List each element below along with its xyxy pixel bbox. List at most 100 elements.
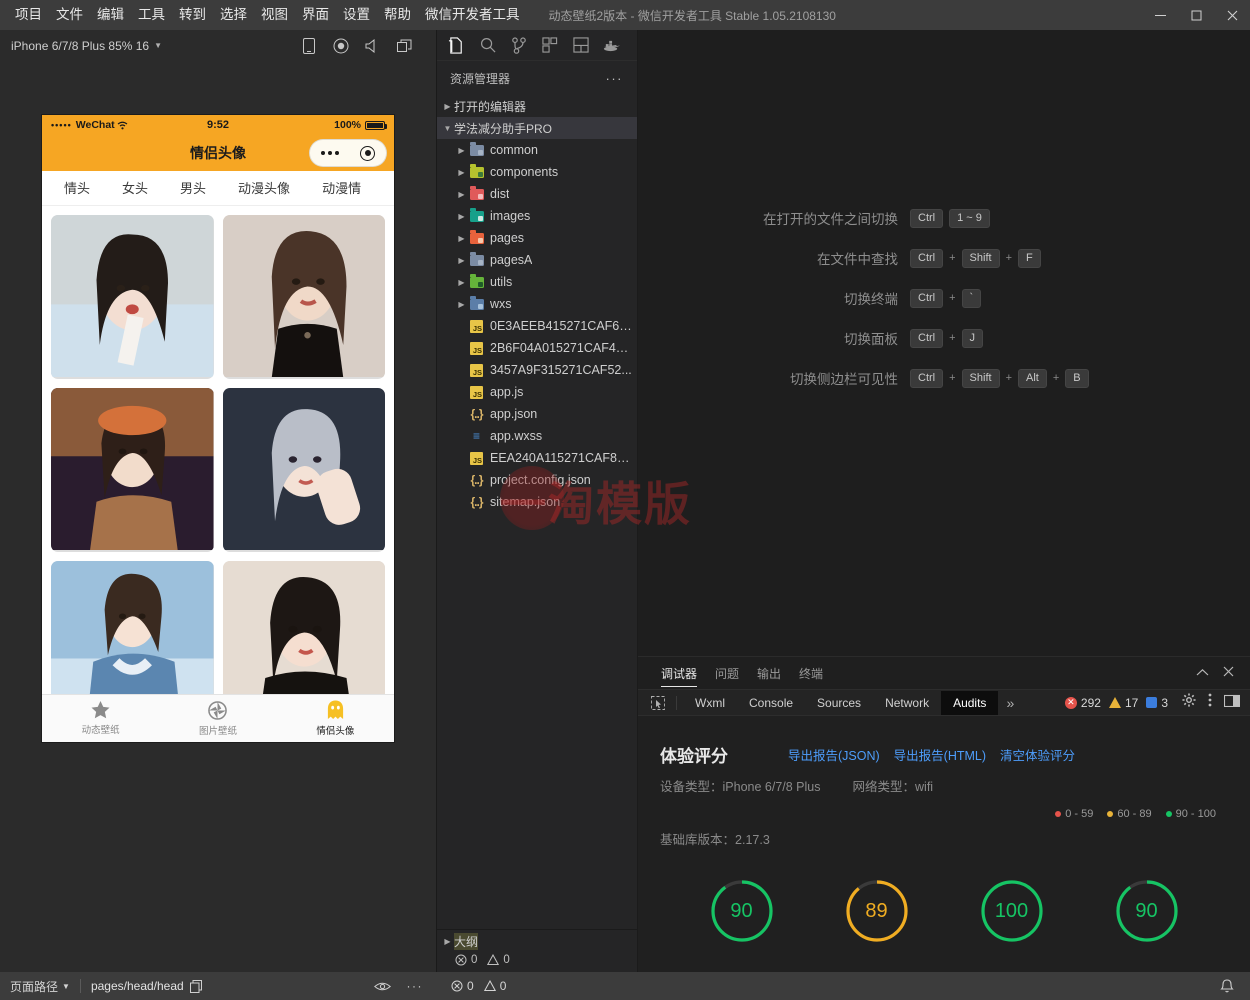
devtools-tab-audits[interactable]: Audits (941, 691, 998, 715)
clear-scores-link[interactable]: 清空体验评分 (1000, 745, 1075, 764)
menu-item-view[interactable]: 视图 (254, 4, 295, 26)
capsule-menu-icon[interactable] (321, 151, 339, 155)
outline-section[interactable]: ▶ 大纲 (437, 930, 637, 952)
status-bar-problems[interactable]: 0 0 (437, 979, 506, 993)
avatar-card[interactable] (223, 561, 386, 694)
devtools-tab-wxml[interactable]: Wxml (683, 691, 737, 715)
panel-tab-output[interactable]: 输出 (748, 658, 790, 688)
menu-item-ui[interactable]: 界面 (295, 4, 336, 26)
tab-dongman-touxiang[interactable]: 动漫头像 (222, 178, 306, 197)
info-count-group[interactable]: 3 (1146, 696, 1168, 710)
score-gauge[interactable]: 100 (979, 878, 1045, 944)
tree-file-app-wxss[interactable]: ≡ app.wxss (437, 425, 637, 447)
avatar-card[interactable] (51, 388, 214, 552)
outline-label: 大纲 (454, 933, 478, 950)
export-json-link[interactable]: 导出报告(JSON) (788, 745, 880, 764)
copy-icon[interactable] (190, 980, 202, 993)
tree-file-js-1[interactable]: JS 0E3AEEB415271CAF68... (437, 315, 637, 337)
warning-count-group[interactable]: 17 (1109, 696, 1138, 710)
extensions-icon[interactable] (534, 30, 565, 61)
devtools-tab-sources[interactable]: Sources (805, 691, 873, 715)
eye-icon[interactable] (374, 981, 391, 992)
volume-icon[interactable] (364, 37, 382, 55)
close-panel-icon[interactable] (1223, 664, 1234, 682)
tree-file-js-3[interactable]: JS 3457A9F315271CAF52... (437, 359, 637, 381)
menu-item-goto[interactable]: 转到 (172, 4, 213, 26)
error-count-group[interactable]: ✕ 292 (1065, 696, 1101, 710)
search-icon[interactable] (472, 30, 503, 61)
multiscreen-icon[interactable] (396, 37, 414, 55)
tabbar-item-dynamic-wallpaper[interactable]: 动态壁纸 (42, 701, 159, 736)
chevron-right-icon: ▶ (455, 300, 468, 309)
tree-folder-utils[interactable]: ▶ utils (437, 271, 637, 293)
export-html-link[interactable]: 导出报告(HTML) (894, 745, 986, 764)
tabbar-item-image-wallpaper[interactable]: 图片壁纸 (159, 701, 276, 737)
tab-qingtou[interactable]: 情头 (42, 178, 106, 197)
inspect-element-icon[interactable] (646, 696, 670, 710)
wechat-capsule[interactable] (309, 139, 387, 167)
devtools-tab-console[interactable]: Console (737, 691, 805, 715)
tree-file-js-4[interactable]: JS EEA240A115271CAF88... (437, 447, 637, 469)
explorer-more-icon[interactable]: ··· (606, 71, 634, 86)
tree-section-open-editors[interactable]: ▶ 打开的编辑器 (437, 95, 637, 117)
tree-file-app-js[interactable]: JS app.js (437, 381, 637, 403)
tree-folder-pagesA[interactable]: ▶ pagesA (437, 249, 637, 271)
minimize-button[interactable] (1142, 0, 1178, 30)
menu-item-tools[interactable]: 工具 (131, 4, 172, 26)
panel-tab-problems[interactable]: 问题 (706, 658, 748, 688)
chevron-right-icon: ▶ (441, 102, 454, 111)
tree-file-project-config[interactable]: {..} project.config.json (437, 469, 637, 491)
tree-folder-components[interactable]: ▶ components (437, 161, 637, 183)
kebab-menu-icon[interactable] (1208, 693, 1212, 712)
score-gauge[interactable]: 90 (709, 878, 775, 944)
avatar-card[interactable] (223, 388, 386, 552)
close-button[interactable] (1214, 0, 1250, 30)
simulator-toolbar: iPhone 6/7/8 Plus 85% 16 ▼ (0, 30, 436, 61)
tree-folder-common[interactable]: ▶ common (437, 139, 637, 161)
menu-item-settings[interactable]: 设置 (336, 4, 377, 26)
tab-nantou[interactable]: 男头 (164, 178, 222, 197)
panel-layout-icon[interactable] (565, 30, 596, 61)
bell-icon[interactable] (1220, 979, 1234, 994)
avatar-card[interactable] (51, 561, 214, 694)
devtools-tab-network[interactable]: Network (873, 691, 941, 715)
menu-item-edit[interactable]: 编辑 (90, 4, 131, 26)
panel-tab-terminal[interactable]: 终端 (790, 658, 832, 688)
capsule-close-icon[interactable] (360, 146, 375, 161)
menu-item-project[interactable]: 项目 (8, 4, 49, 26)
docker-icon[interactable] (596, 30, 627, 61)
collapse-panel-icon[interactable] (1196, 664, 1209, 682)
menu-item-file[interactable]: 文件 (49, 4, 90, 26)
avatar-card[interactable] (223, 215, 386, 379)
gear-icon[interactable] (1182, 693, 1196, 712)
tab-nvtou[interactable]: 女头 (106, 178, 164, 197)
avatar-card[interactable] (51, 215, 214, 379)
menu-item-wechat-devtools[interactable]: 微信开发者工具 (418, 4, 527, 26)
source-control-icon[interactable] (503, 30, 534, 61)
menu-item-select[interactable]: 选择 (213, 4, 254, 26)
tree-file-js-2[interactable]: JS 2B6F04A015271CAF4D... (437, 337, 637, 359)
page-path-selector[interactable]: 页面路径 ▼ (10, 978, 70, 995)
device-selector[interactable]: iPhone 6/7/8 Plus 85% 16 ▼ (6, 37, 167, 55)
record-icon[interactable] (332, 37, 350, 55)
tree-folder-dist[interactable]: ▶ dist (437, 183, 637, 205)
score-gauge[interactable]: 89 (844, 878, 910, 944)
score-gauge[interactable]: 90 (1114, 878, 1180, 944)
maximize-button[interactable] (1178, 0, 1214, 30)
tree-folder-images[interactable]: ▶ images (437, 205, 637, 227)
device-selector-label: iPhone 6/7/8 Plus 85% 16 (11, 39, 149, 53)
tree-folder-pages[interactable]: ▶ pages (437, 227, 637, 249)
tree-file-sitemap[interactable]: {..} sitemap.json (437, 491, 637, 513)
phone-icon[interactable] (300, 37, 318, 55)
tabbar-item-couple-avatar[interactable]: 情侣头像 (277, 700, 394, 737)
more-tabs-icon[interactable]: » (998, 695, 1022, 711)
more-icon[interactable]: ··· (407, 979, 424, 993)
dock-icon[interactable] (1224, 693, 1240, 712)
tree-file-app-json[interactable]: {..} app.json (437, 403, 637, 425)
menu-item-help[interactable]: 帮助 (377, 4, 418, 26)
tree-folder-wxs[interactable]: ▶ wxs (437, 293, 637, 315)
files-icon[interactable] (441, 30, 472, 61)
tab-dongman-qing[interactable]: 动漫情 (306, 178, 377, 197)
tree-section-project[interactable]: ▼ 学法减分助手PRO (437, 117, 637, 139)
panel-tab-debugger[interactable]: 调试器 (652, 658, 706, 688)
